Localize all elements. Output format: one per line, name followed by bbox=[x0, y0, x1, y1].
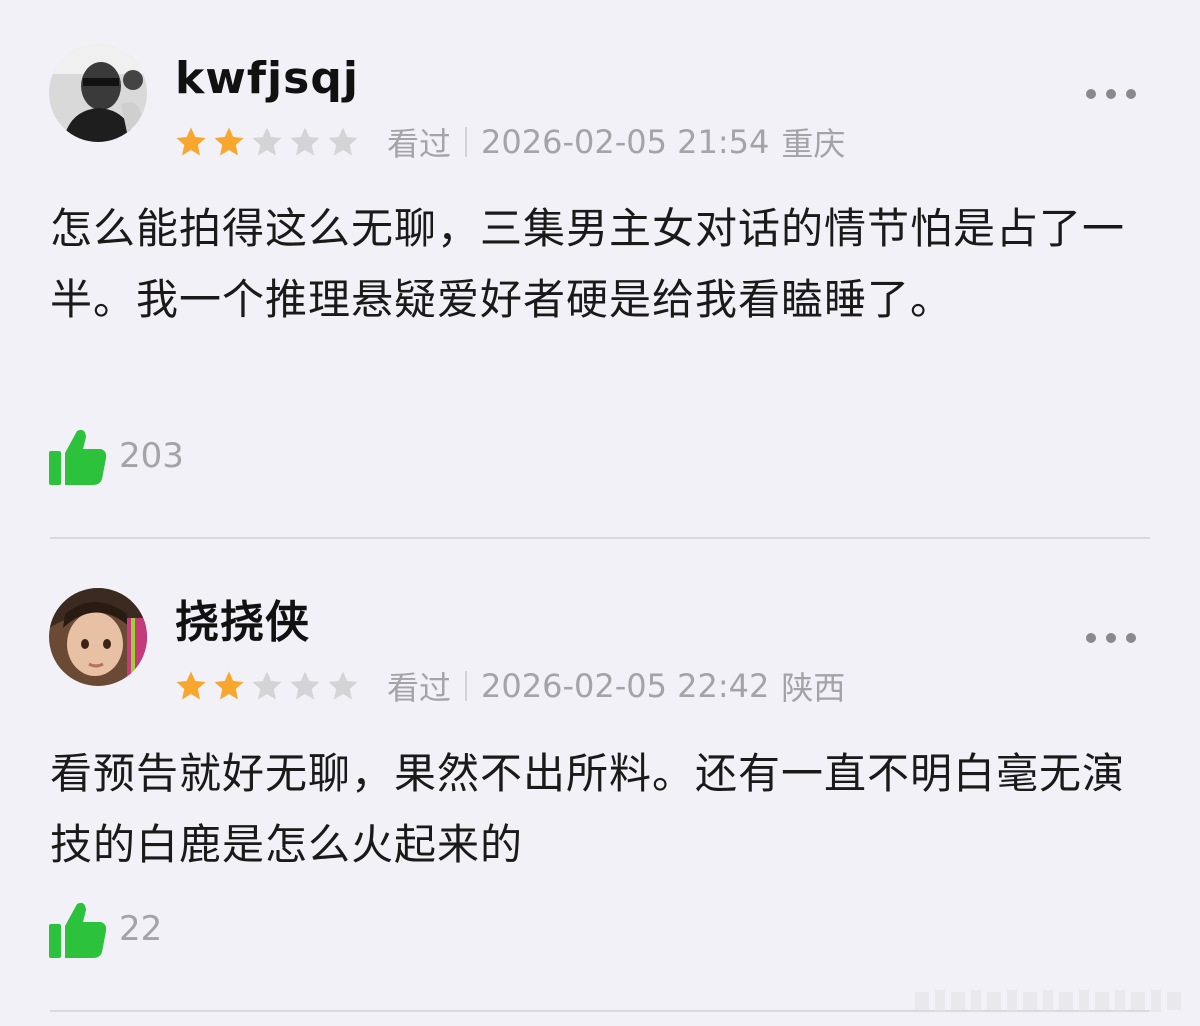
watermark-mark bbox=[915, 990, 1181, 1012]
star-outline-icon bbox=[328, 127, 358, 156]
avatar[interactable] bbox=[49, 588, 147, 686]
star-outline-icon bbox=[328, 671, 358, 700]
star-icon bbox=[176, 127, 206, 156]
review-location: 重庆 bbox=[781, 125, 846, 163]
like-button[interactable]: 22 bbox=[49, 899, 162, 959]
star-outline-icon bbox=[252, 671, 282, 700]
review-text: 看预告就好无聊，果然不出所料。还有一直不明白毫无演技的白鹿是怎么火起来的 bbox=[50, 749, 1126, 869]
username[interactable]: kwfjsqj bbox=[175, 54, 359, 104]
review-location: 陕西 bbox=[781, 669, 846, 707]
meta-divider bbox=[465, 671, 468, 701]
review-meta: 看过 2026-02-05 22:42 陕西 bbox=[175, 666, 846, 707]
review-meta: 看过 2026-02-05 21:54 重庆 bbox=[175, 122, 846, 163]
like-count: 22 bbox=[119, 909, 163, 949]
like-button[interactable]: 203 bbox=[49, 426, 184, 486]
like-count: 203 bbox=[119, 436, 184, 476]
review-datetime: 2026-02-05 22:42 bbox=[481, 667, 770, 705]
star-outline-icon bbox=[252, 127, 282, 156]
review-text: 怎么能拍得这么无聊，三集男主女对话的情节怕是占了一半。我一个推理悬疑爱好者硬是给… bbox=[50, 204, 1126, 324]
star-rating bbox=[175, 670, 365, 702]
more-dots-icon[interactable] bbox=[1086, 632, 1136, 644]
more-dots-icon[interactable] bbox=[1086, 88, 1136, 100]
username[interactable]: 挠挠侠 bbox=[175, 598, 310, 648]
star-outline-icon bbox=[290, 671, 320, 700]
watch-status: 看过 bbox=[387, 669, 452, 707]
review-datetime: 2026-02-05 21:54 bbox=[481, 123, 770, 161]
avatar[interactable] bbox=[49, 44, 147, 142]
star-icon bbox=[214, 127, 244, 156]
divider bbox=[50, 537, 1150, 539]
star-rating bbox=[175, 126, 365, 158]
star-icon bbox=[214, 671, 244, 700]
thumbs-up-icon bbox=[49, 429, 107, 485]
watch-status: 看过 bbox=[387, 125, 452, 163]
star-icon bbox=[176, 671, 206, 700]
star-outline-icon bbox=[290, 127, 320, 156]
thumbs-up-icon bbox=[49, 902, 107, 958]
meta-divider bbox=[465, 127, 468, 157]
